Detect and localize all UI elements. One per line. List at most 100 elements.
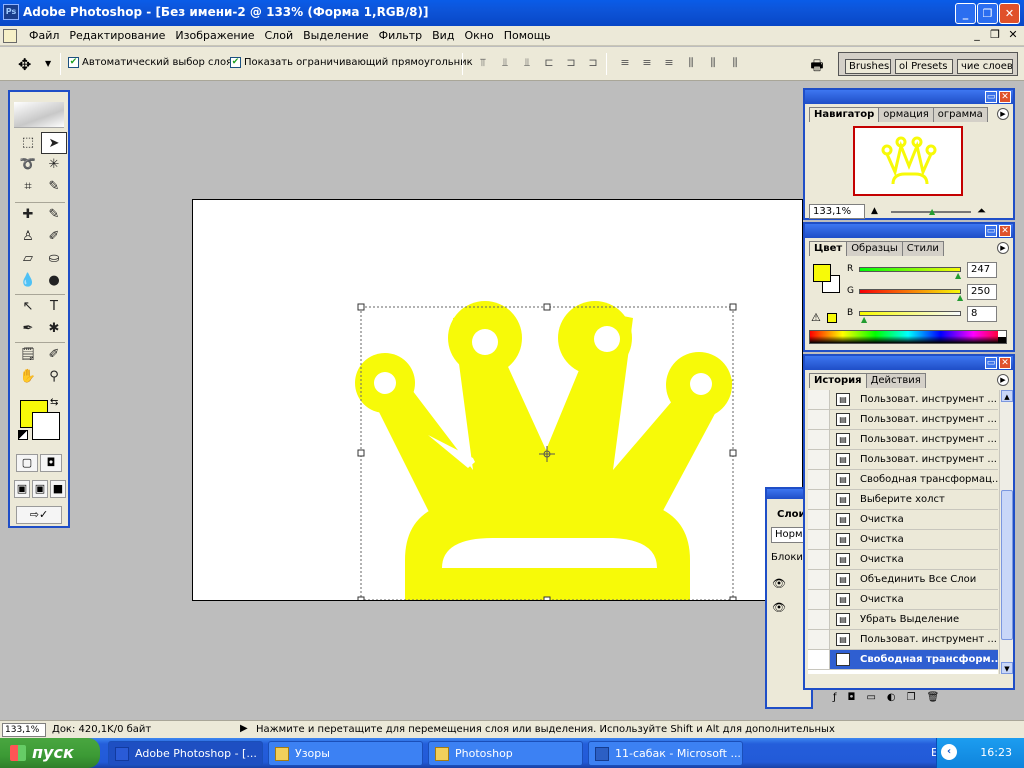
align-left-icon[interactable]: ⊏ <box>540 56 558 70</box>
lasso-tool-icon[interactable]: ➰ <box>15 154 41 176</box>
tab-histogram[interactable]: ограмма <box>932 107 988 122</box>
scrollbar-thumb[interactable] <box>1001 490 1013 640</box>
status-doc-size[interactable]: Док: 420,1K/0 байт <box>52 724 151 735</box>
brush-tool-icon[interactable]: ✎ <box>41 204 67 226</box>
gamut-color-swatch[interactable] <box>827 313 837 323</box>
history-item[interactable]: ▤ Объединить Все Слои <box>808 570 998 590</box>
path-selection-tool-icon[interactable]: ↖ <box>15 296 41 318</box>
menu-help[interactable]: Помощь <box>499 29 556 43</box>
history-item[interactable]: ▤ Пользоват. инструмент ... <box>808 630 998 650</box>
tab-styles[interactable]: Стили <box>901 241 944 256</box>
history-snapshot-toggle[interactable] <box>808 570 830 589</box>
distribute-vcenter-icon[interactable]: ≡ <box>638 56 656 70</box>
adjustment-layer-icon[interactable]: ◐ <box>887 692 896 709</box>
history-snapshot-toggle[interactable] <box>808 410 830 429</box>
layer-style-icon[interactable]: ƒ <box>833 692 837 709</box>
history-item[interactable]: ▤ Пользоват. инструмент ... <box>808 430 998 450</box>
history-item[interactable]: ▤ Свободная трансформац... <box>808 470 998 490</box>
history-snapshot-toggle[interactable] <box>808 610 830 629</box>
menu-view[interactable]: Вид <box>427 29 459 43</box>
move-tool-icon[interactable]: ✥ <box>18 55 31 74</box>
panel-close-button[interactable]: ✕ <box>999 357 1011 369</box>
notes-tool-icon[interactable]: 🗒 <box>15 344 41 366</box>
panel-menu-arrow-icon[interactable]: ▶ <box>997 242 1009 254</box>
scroll-up-icon[interactable]: ▲ <box>1001 390 1013 402</box>
green-value-input[interactable]: 250 <box>967 284 997 300</box>
green-slider-thumb[interactable]: ▲ <box>957 293 963 302</box>
doc-restore-button[interactable]: ❐ <box>988 28 1002 41</box>
align-top-icon[interactable]: ⫪ <box>474 56 492 70</box>
dodge-tool-icon[interactable]: ● <box>41 270 67 292</box>
new-group-icon[interactable]: ▭ <box>866 692 875 709</box>
move-tool-icon[interactable]: ➤ <box>41 132 67 154</box>
slice-tool-icon[interactable]: ✎ <box>41 176 67 198</box>
blue-slider[interactable] <box>859 311 961 316</box>
history-snapshot-toggle[interactable] <box>808 430 830 449</box>
minimize-button[interactable]: _ <box>955 3 976 24</box>
screen-mode-full-icon[interactable]: ■ <box>50 480 66 498</box>
blue-slider-thumb[interactable]: ▲ <box>861 315 867 324</box>
show-bounds-checkbox[interactable]: ✔ Показать ограничивающий прямоугольник <box>230 57 473 68</box>
background-color-swatch[interactable] <box>32 412 60 440</box>
distribute-bottom-icon[interactable]: ≡ <box>660 56 678 70</box>
history-snapshot-toggle[interactable] <box>808 630 830 649</box>
screen-mode-full-menu-icon[interactable]: ▣ <box>32 480 48 498</box>
menu-select[interactable]: Выделение <box>298 29 374 43</box>
task-folder-uzory[interactable]: Узоры <box>268 741 423 766</box>
swap-colors-icon[interactable]: ⇆ <box>50 397 58 408</box>
align-bottom-icon[interactable]: ⫫ <box>518 56 536 70</box>
layer-mask-icon[interactable]: ◘ <box>848 692 856 709</box>
history-item[interactable]: ▤ Выберите холст <box>808 490 998 510</box>
history-snapshot-toggle[interactable] <box>808 390 830 409</box>
screen-mode-standard-icon[interactable]: ▣ <box>14 480 30 498</box>
history-item[interactable]: ▤ Пользоват. инструмент ... <box>808 390 998 410</box>
menu-window[interactable]: Окно <box>459 29 498 43</box>
history-item[interactable]: ▤ Очистка <box>808 590 998 610</box>
zoom-out-icon[interactable]: ▲ <box>871 206 878 216</box>
hand-tool-icon[interactable]: ✋ <box>15 366 41 388</box>
scroll-down-icon[interactable]: ▼ <box>1001 662 1013 674</box>
panel-close-button[interactable]: ✕ <box>999 91 1011 103</box>
magic-wand-tool-icon[interactable]: ✳ <box>41 154 67 176</box>
eraser-tool-icon[interactable]: ▱ <box>15 248 41 270</box>
menu-image[interactable]: Изображение <box>170 29 259 43</box>
history-snapshot-toggle[interactable] <box>808 490 830 509</box>
well-tab-tool-presets[interactable]: ol Presets <box>895 59 953 74</box>
custom-shape-tool-icon[interactable]: ✱ <box>41 318 67 340</box>
clone-stamp-tool-icon[interactable]: ♙ <box>15 226 41 248</box>
doc-close-button[interactable]: ✕ <box>1006 28 1020 41</box>
default-colors-icon[interactable] <box>18 430 28 440</box>
menu-file[interactable]: Файл <box>24 29 64 43</box>
status-zoom-input[interactable]: 133,1% <box>2 723 46 737</box>
history-scrollbar[interactable]: ▲ ▼ <box>999 390 1013 674</box>
auto-select-checkbox[interactable]: ✔ Автоматический выбор слоя <box>68 57 232 68</box>
red-value-input[interactable]: 247 <box>967 262 997 278</box>
panel-minimize-button[interactable]: ▭ <box>985 225 997 237</box>
red-slider-thumb[interactable]: ▲ <box>955 271 961 280</box>
close-button[interactable]: ✕ <box>999 3 1020 24</box>
doc-minimize-button[interactable]: _ <box>970 28 984 41</box>
well-tab-brushes[interactable]: Brushes <box>845 59 891 74</box>
navigator-preview[interactable] <box>853 126 963 196</box>
document-canvas[interactable] <box>192 199 803 601</box>
status-menu-arrow-icon[interactable]: ▶ <box>240 723 248 734</box>
history-brush-tool-icon[interactable]: ✐ <box>41 226 67 248</box>
distribute-hcenter-icon[interactable]: ⫼ <box>704 56 722 70</box>
menu-edit[interactable]: Редактирование <box>64 29 170 43</box>
paint-bucket-tool-icon[interactable]: ⛀ <box>41 248 67 270</box>
history-snapshot-toggle[interactable] <box>808 510 830 529</box>
tab-swatches[interactable]: Образцы <box>846 241 903 256</box>
history-snapshot-toggle[interactable] <box>808 470 830 489</box>
panel-menu-arrow-icon[interactable]: ▶ <box>997 108 1009 120</box>
zoom-tool-icon[interactable]: ⚲ <box>41 366 67 388</box>
panel-close-button[interactable]: ✕ <box>999 225 1011 237</box>
standard-mode-icon[interactable]: ▢ <box>16 454 38 472</box>
marquee-tool-icon[interactable]: ⬚ <box>15 132 41 154</box>
navigator-zoom-input[interactable]: 133,1% <box>809 204 865 219</box>
distribute-top-icon[interactable]: ≡ <box>616 56 634 70</box>
history-snapshot-toggle[interactable] <box>808 530 830 549</box>
distribute-right-icon[interactable]: ⫼ <box>726 56 744 70</box>
eye-icon[interactable]: 👁 <box>772 601 786 614</box>
eye-icon[interactable]: 👁 <box>772 577 786 590</box>
well-tab-layer-comps[interactable]: чие слоев <box>957 59 1013 74</box>
